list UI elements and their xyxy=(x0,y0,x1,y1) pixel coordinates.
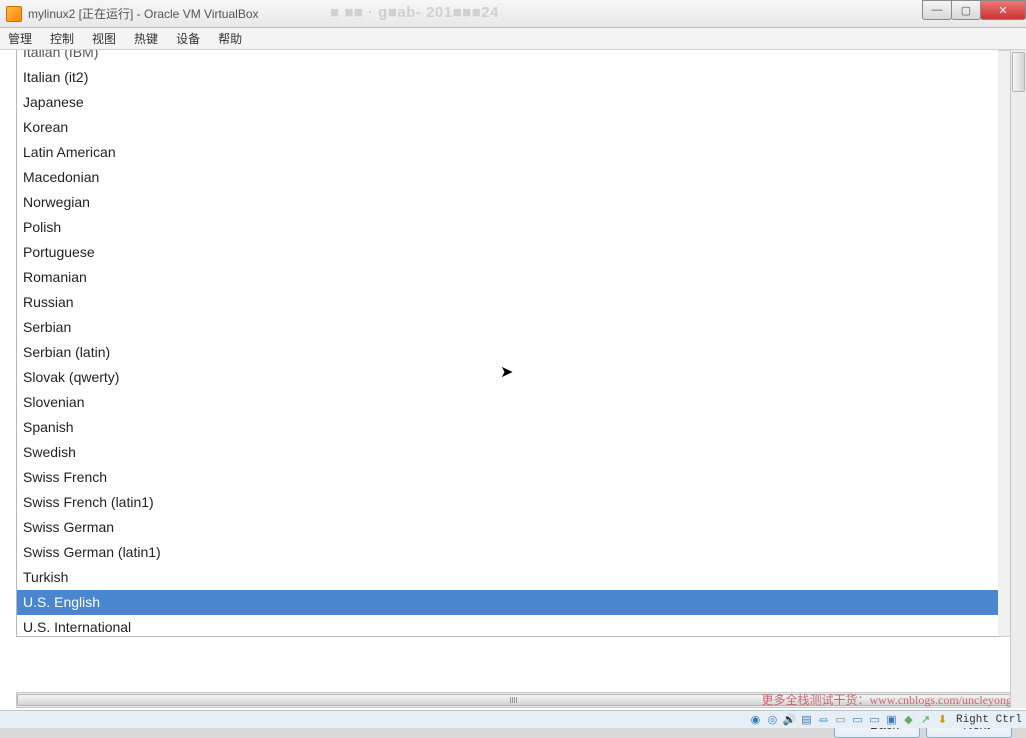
host-key-indicator: Right Ctrl xyxy=(956,714,1022,726)
window-title: mylinux2 [正在运行] - Oracle VM VirtualBox xyxy=(28,5,259,22)
mouse-integration-icon[interactable]: ↗ xyxy=(918,713,933,727)
network-icon[interactable]: ▤ xyxy=(799,713,814,727)
statusbar: ◉ ◎ 🔊 ▤ ⏛ ▭ ▭ ▭ ▣ ◆ ↗ ⬇ Right Ctrl xyxy=(0,710,1026,728)
menu-control[interactable]: 控制 xyxy=(50,30,74,47)
window-controls: — ▢ ✕ xyxy=(923,0,1026,20)
list-item[interactable]: Portuguese xyxy=(17,240,1011,265)
menu-hotkey[interactable]: 热键 xyxy=(134,30,158,47)
audio-icon[interactable]: 🔊 xyxy=(782,713,797,727)
virtualbox-icon xyxy=(6,6,22,22)
list-item[interactable]: Swedish xyxy=(17,440,1011,465)
hdd-icon[interactable]: ◉ xyxy=(748,713,763,727)
menu-view[interactable]: 视图 xyxy=(92,30,116,47)
record-icon[interactable]: ▣ xyxy=(884,713,899,727)
list-item[interactable]: Korean xyxy=(17,115,1011,140)
keyboard-layout-listbox[interactable]: Italian (IBM)Italian (it2)JapaneseKorean… xyxy=(16,50,1012,637)
list-item[interactable]: Polish xyxy=(17,215,1011,240)
list-item[interactable]: Macedonian xyxy=(17,165,1011,190)
list-item[interactable]: Japanese xyxy=(17,90,1011,115)
list-item[interactable]: Serbian (latin) xyxy=(17,340,1011,365)
list-item[interactable]: U.S. English xyxy=(17,590,1011,615)
keyboard-capture-icon[interactable]: ⬇ xyxy=(935,713,950,727)
list-item[interactable]: Swiss German xyxy=(17,515,1011,540)
maximize-button[interactable]: ▢ xyxy=(951,0,981,20)
background-window-text: ■ ■■ · g■ab- 201■■■24 xyxy=(330,4,499,21)
cpu-icon[interactable]: ◆ xyxy=(901,713,916,727)
list-item[interactable]: Norwegian xyxy=(17,190,1011,215)
list-item[interactable]: U.S. International xyxy=(17,615,1011,637)
menubar: 管理 控制 视图 热键 设备 帮助 xyxy=(0,28,1026,50)
list-item[interactable]: Italian (it2) xyxy=(17,65,1011,90)
virtualbox-window: mylinux2 [正在运行] - Oracle VM VirtualBox ■… xyxy=(0,0,1026,728)
menu-devices[interactable]: 设备 xyxy=(176,30,200,47)
list-item[interactable]: Latin American xyxy=(17,140,1011,165)
list-item[interactable]: Swiss German (latin1) xyxy=(17,540,1011,565)
list-item[interactable]: Spanish xyxy=(17,415,1011,440)
display-icon[interactable]: ▭ xyxy=(850,713,865,727)
optical-icon[interactable]: ◎ xyxy=(765,713,780,727)
horizontal-scrollbar[interactable] xyxy=(16,692,1012,708)
menu-help[interactable]: 帮助 xyxy=(218,30,242,47)
list-item[interactable]: Swiss French xyxy=(17,465,1011,490)
minimize-button[interactable]: — xyxy=(922,0,952,20)
display2-icon[interactable]: ▭ xyxy=(867,713,882,727)
list-item[interactable]: Slovak (qwerty) xyxy=(17,365,1011,390)
list-item[interactable]: Slovenian xyxy=(17,390,1011,415)
list-item[interactable]: Serbian xyxy=(17,315,1011,340)
close-button[interactable]: ✕ xyxy=(980,0,1026,20)
list-item[interactable]: Romanian xyxy=(17,265,1011,290)
list-item[interactable]: Turkish xyxy=(17,565,1011,590)
titlebar[interactable]: mylinux2 [正在运行] - Oracle VM VirtualBox ■… xyxy=(0,0,1026,28)
usb-icon[interactable]: ⏛ xyxy=(816,713,831,727)
list-item[interactable]: Italian (IBM) xyxy=(17,50,1011,65)
status-icons: ◉ ◎ 🔊 ▤ ⏛ ▭ ▭ ▭ ▣ ◆ ↗ ⬇ xyxy=(748,713,950,727)
menu-manage[interactable]: 管理 xyxy=(8,30,32,47)
guest-content: Italian (IBM)Italian (it2)JapaneseKorean… xyxy=(0,50,1026,728)
vertical-scrollbar[interactable] xyxy=(1010,50,1026,708)
shared-folder-icon[interactable]: ▭ xyxy=(833,713,848,727)
list-item[interactable]: Russian xyxy=(17,290,1011,315)
list-item[interactable]: Swiss French (latin1) xyxy=(17,490,1011,515)
